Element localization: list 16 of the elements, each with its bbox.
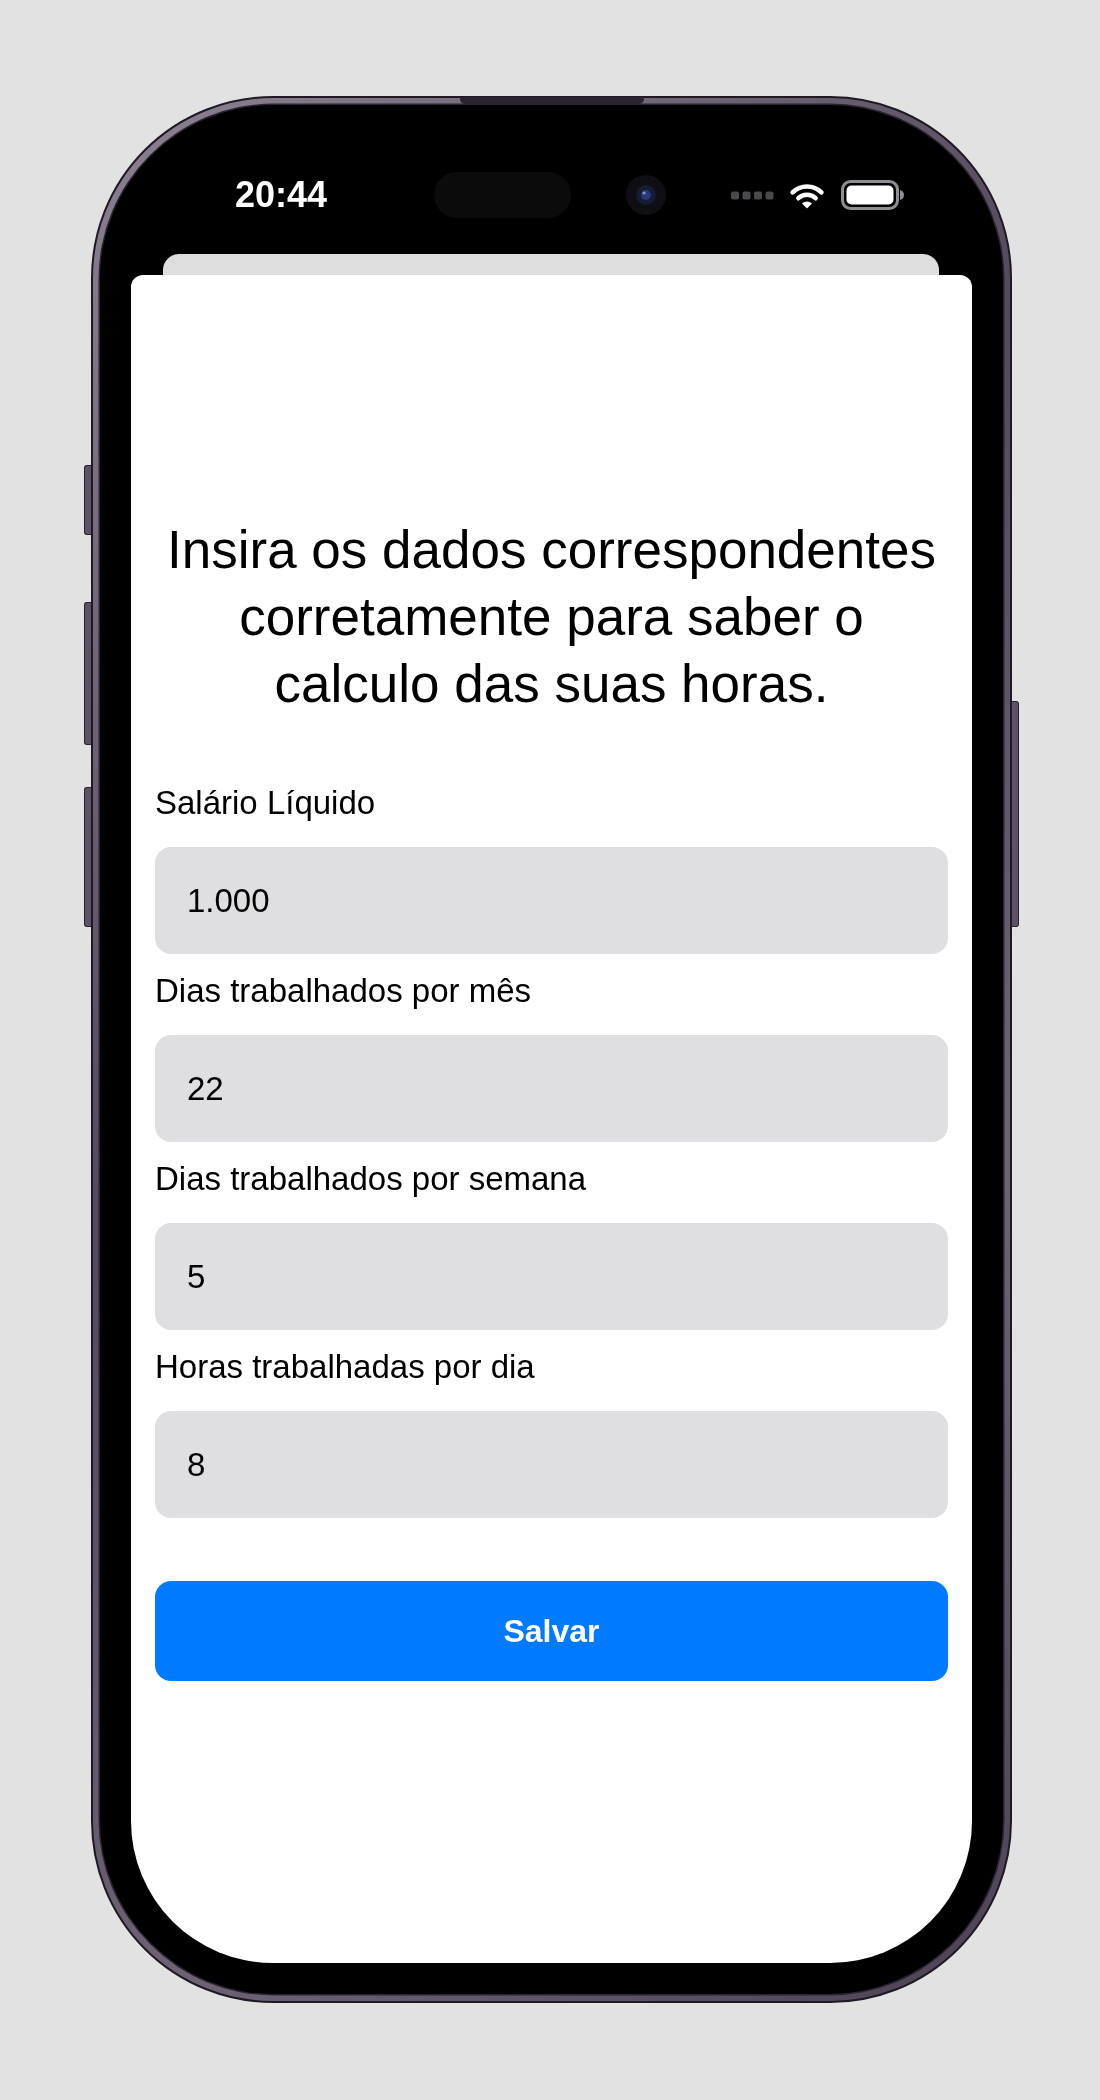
field-label: Dias trabalhados por mês: [155, 971, 533, 1011]
save-button[interactable]: Salvar: [155, 1581, 948, 1681]
signal-icon: [731, 190, 775, 200]
camera-lens-icon: [626, 175, 667, 215]
phone-side-key: [84, 465, 91, 535]
field-label: Dias trabalhados por semana: [155, 1159, 588, 1199]
heading: Insira os dados correspondentes corretamente para saber o calculo das suas horas.: [166, 519, 937, 715]
text-field[interactable]: 22: [155, 1035, 948, 1142]
text-field[interactable]: 1.000: [155, 847, 948, 954]
battery-icon: [841, 180, 905, 210]
text-field[interactable]: 8: [155, 1411, 948, 1518]
field-label: Horas trabalhadas por dia: [155, 1347, 536, 1387]
wifi-icon: [788, 181, 827, 209]
status-time: 20:44: [235, 173, 328, 217]
text-field[interactable]: 5: [155, 1223, 948, 1330]
field-label: Salário Líquido: [155, 783, 377, 823]
